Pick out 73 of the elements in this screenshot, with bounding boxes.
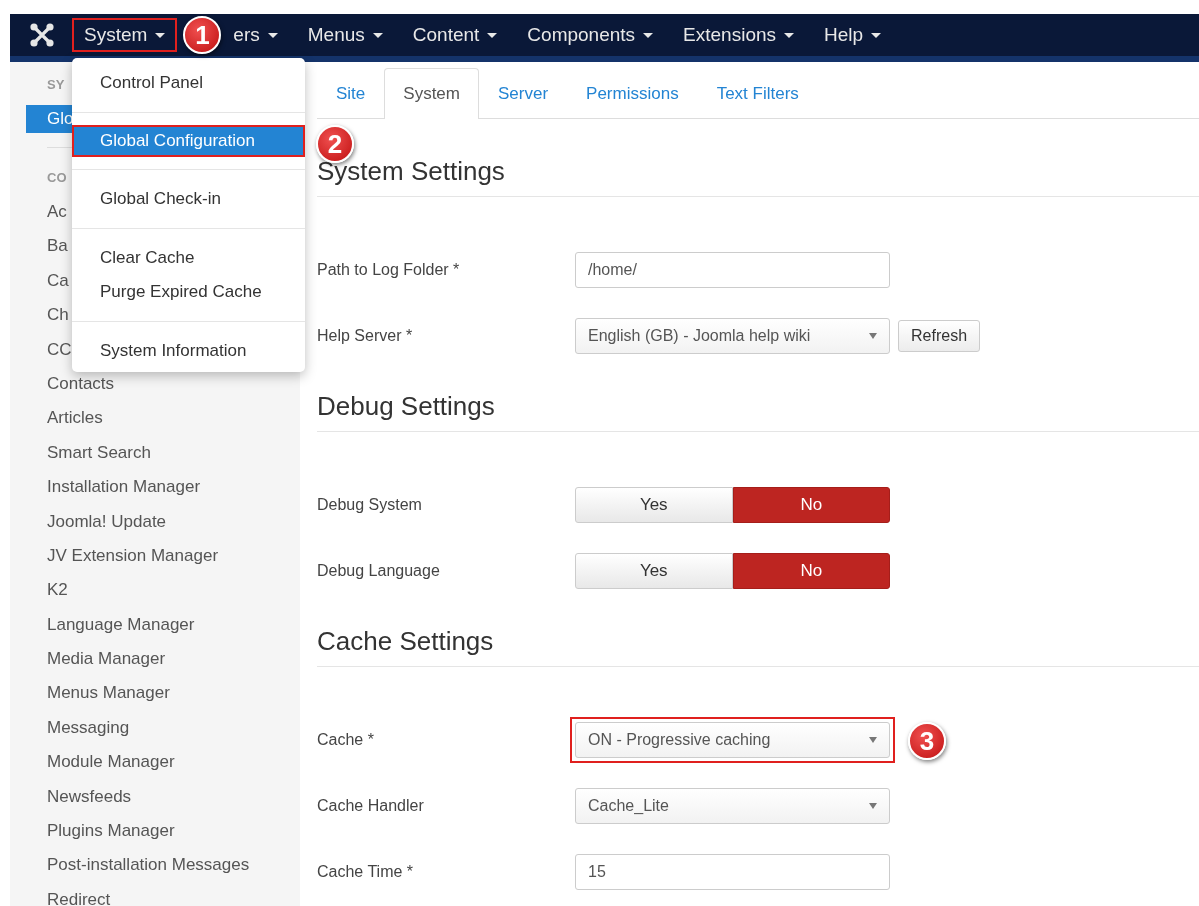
sidebar-item[interactable]: Messaging [47, 710, 130, 746]
sidebar-item[interactable]: Menus Manager [47, 676, 170, 711]
refresh-button[interactable]: Refresh [898, 320, 981, 352]
sidebar-item[interactable]: Redirect [47, 882, 111, 906]
tab[interactable]: System [384, 68, 479, 119]
field-label: Cache Handler [317, 797, 425, 815]
step-badge: 2 [316, 125, 354, 163]
sidebar-item[interactable]: Post-installation Messages [47, 848, 250, 883]
input-field[interactable]: /home/ [575, 252, 890, 288]
sidebar-item[interactable]: JV Extension Manager [47, 538, 219, 574]
sidebar-item[interactable]: Ca [47, 263, 69, 299]
caret-icon [871, 32, 882, 38]
sidebar-item[interactable]: CC [47, 332, 72, 367]
nav-menu[interactable]: Menus [295, 18, 395, 52]
menu-item[interactable]: System Information [72, 334, 305, 368]
sidebar-heading: SY [47, 76, 65, 94]
sidebar-item[interactable]: Ba [47, 229, 68, 264]
caret-icon [643, 32, 654, 38]
section-heading: Cache Settings [317, 625, 1199, 667]
tab[interactable]: Text Filters [697, 68, 818, 119]
sidebar-item[interactable]: Plugins Manager [47, 814, 175, 849]
nav-menu[interactable]: Components [515, 18, 666, 52]
select-field[interactable]: English (GB) - Joomla help wiki [575, 318, 890, 354]
field-label: Debug Language [317, 562, 441, 580]
nav-menu[interactable]: Help [812, 18, 894, 52]
select-field[interactable]: Cache_Lite [575, 788, 890, 824]
tab[interactable]: Server [479, 68, 568, 119]
logo-icon[interactable] [30, 23, 54, 47]
menu-item[interactable]: Global Check-in [72, 182, 305, 216]
caret-icon [869, 803, 877, 809]
sidebar-item[interactable]: Ac [47, 195, 67, 230]
input-field[interactable]: 15 [575, 854, 890, 890]
toggle-option[interactable]: Yes [575, 487, 733, 523]
select-field[interactable]: ON - Progressive caching [575, 722, 890, 758]
caret-icon [267, 32, 278, 38]
sidebar-heading: CO [47, 169, 67, 187]
field-label: Cache Time * [317, 863, 415, 881]
step-badge: 3 [908, 722, 946, 760]
caret-icon [869, 333, 877, 339]
sidebar-item[interactable]: Installation Manager [47, 470, 201, 505]
sidebar-item[interactable]: Module Manager [47, 745, 175, 780]
sidebar-item[interactable]: Joomla! Update [47, 504, 167, 539]
sidebar-item[interactable]: Articles [47, 401, 103, 436]
tab[interactable]: Site [317, 68, 385, 119]
nav-menu[interactable]: System [72, 18, 178, 52]
toggle-option[interactable]: No [732, 553, 890, 589]
menu-item[interactable]: Global Configuration [72, 125, 305, 157]
menu-item[interactable]: Control Panel [72, 66, 305, 100]
section-heading: Debug Settings [317, 390, 1199, 432]
sidebar-item[interactable]: Ch [47, 298, 69, 333]
sidebar-item[interactable]: K2 [47, 573, 68, 608]
field-label: Path to Log Folder * [317, 261, 461, 279]
step-badge: 1 [183, 16, 222, 54]
menu-item[interactable]: Clear Cache [72, 241, 305, 275]
nav-menu[interactable]: ers [221, 18, 290, 52]
toggle-option[interactable]: No [732, 487, 890, 523]
caret-icon [155, 32, 166, 38]
nav-menu[interactable]: Extensions [671, 18, 807, 52]
caret-icon [869, 737, 877, 743]
toggle-option[interactable]: Yes [575, 553, 733, 589]
field-label: Cache * [317, 731, 375, 749]
sidebar-item[interactable]: Language Manager [47, 607, 195, 643]
field-label: Help Server * [317, 327, 414, 345]
tab[interactable]: Permissions [567, 68, 698, 119]
sidebar-item[interactable]: Smart Search [47, 435, 151, 471]
caret-icon [372, 32, 383, 38]
field-label: Debug System [317, 496, 423, 514]
sidebar-item[interactable]: Newsfeeds [47, 779, 132, 815]
caret-icon [784, 32, 795, 38]
caret-icon [487, 32, 498, 38]
sidebar-item[interactable]: Media Manager [47, 642, 166, 677]
nav-menu[interactable]: Content [400, 18, 510, 52]
menu-item[interactable]: Purge Expired Cache [72, 275, 305, 309]
